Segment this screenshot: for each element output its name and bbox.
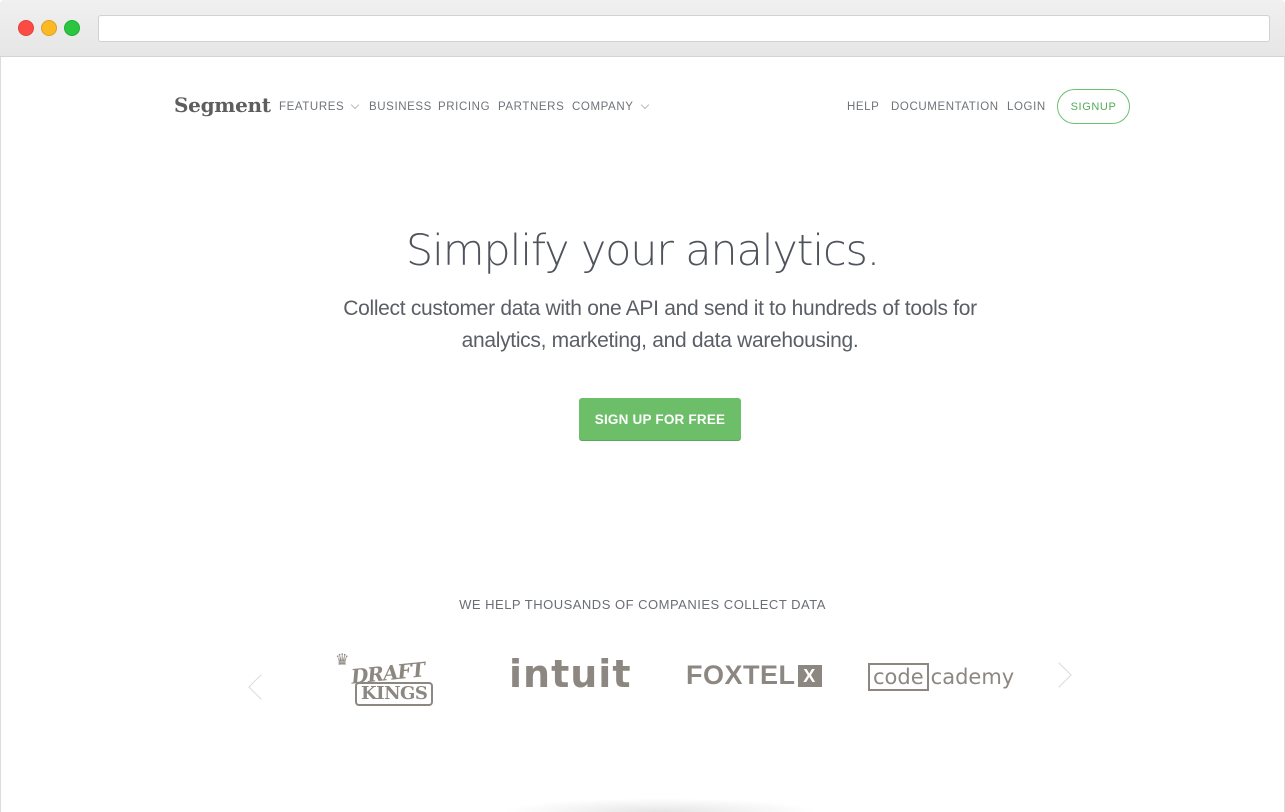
foxtel-x-mark: X xyxy=(797,664,822,687)
maximize-window-button[interactable] xyxy=(64,20,80,36)
hero-title: Simplify your analytics. xyxy=(405,226,880,276)
nav-features-label: FEATURES xyxy=(279,101,345,113)
draftkings-logo: ♛ DRAFT KINGS xyxy=(333,650,439,706)
crown-icon: ♛ xyxy=(335,652,350,669)
address-bar[interactable] xyxy=(98,15,1270,42)
section-shadow xyxy=(500,798,820,812)
codecademy-logo-rest: cademy xyxy=(930,665,1015,689)
hero-subtitle-line-2: analytics, marketing, and data warehousi… xyxy=(461,329,859,352)
customers-heading: WE HELP THOUSANDS OF COMPANIES COLLECT D… xyxy=(459,597,826,612)
codecademy-logo: code cademy xyxy=(868,663,1014,691)
codecademy-logo-boxed: code xyxy=(868,663,929,691)
nav-help-label: HELP xyxy=(847,101,880,113)
nav-pricing-label: PRICING xyxy=(438,101,491,113)
nav-partners[interactable]: PARTNERS xyxy=(498,101,564,113)
chevron-down-icon xyxy=(640,100,649,110)
nav-company-label: COMPANY xyxy=(572,101,634,113)
nav-partners-label: PARTNERS xyxy=(498,101,565,113)
sign-up-for-free-button[interactable]: SIGN UP FOR FREE xyxy=(579,398,741,440)
browser-toolbar xyxy=(0,0,1285,57)
close-window-button[interactable] xyxy=(18,20,34,36)
intuit-logo: intuit xyxy=(509,652,632,696)
nav-business[interactable]: BUSINESS xyxy=(369,101,432,113)
nav-help[interactable]: HELP xyxy=(847,101,879,113)
nav-company[interactable]: COMPANY xyxy=(572,100,649,113)
foxtel-logo-text: FOXTEL xyxy=(686,660,796,690)
nav-login[interactable]: LOGIN xyxy=(1007,101,1046,113)
minimize-window-button[interactable] xyxy=(41,20,57,36)
nav-features[interactable]: FEATURES xyxy=(279,100,360,113)
signup-button[interactable]: SIGNUP xyxy=(1057,89,1130,124)
nav-documentation[interactable]: DOCUMENTATION xyxy=(891,101,999,113)
draftkings-logo-line2: KINGS xyxy=(355,682,434,706)
nav-business-label: BUSINESS xyxy=(369,101,432,113)
nav-pricing[interactable]: PRICING xyxy=(438,101,490,113)
nav-login-label: LOGIN xyxy=(1007,101,1046,113)
foxtel-logo: FOXTEL X xyxy=(686,660,822,691)
hero-subtitle-line-1: Collect customer data with one API and s… xyxy=(343,297,977,320)
chevron-down-icon xyxy=(351,100,360,110)
segment-logo[interactable]: Segment xyxy=(174,93,271,117)
nav-documentation-label: DOCUMENTATION xyxy=(891,101,999,113)
intuit-logo-text: intuit xyxy=(509,652,632,696)
hero-subtitle: Collect customer data with one API and s… xyxy=(320,293,1000,357)
